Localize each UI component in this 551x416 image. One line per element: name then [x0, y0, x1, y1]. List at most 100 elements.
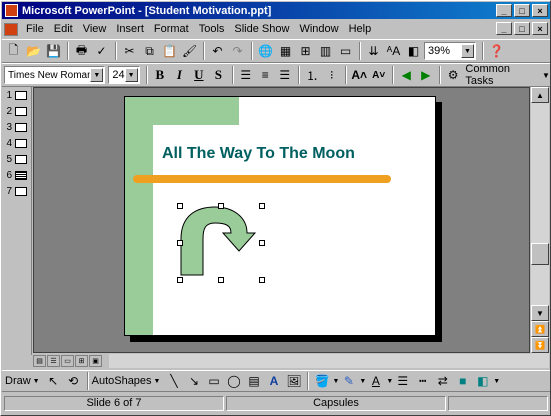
clip-art-icon[interactable]: 🖼	[284, 372, 303, 390]
chevron-down-icon[interactable]: ▼	[33, 378, 40, 385]
chevron-down-icon[interactable]: ▼	[461, 44, 474, 58]
free-rotate-icon[interactable]: ⟲	[64, 372, 83, 390]
menu-help[interactable]: Help	[344, 23, 377, 35]
scroll-up-icon[interactable]: ▲	[531, 87, 549, 103]
slide-6[interactable]: All The Way To The Moon	[124, 96, 436, 336]
rectangle-icon[interactable]: ▭	[204, 372, 223, 390]
menu-file[interactable]: File	[21, 23, 49, 35]
u-turn-arrow-shape[interactable]	[177, 203, 261, 279]
help-icon[interactable]: ❓	[487, 42, 506, 60]
outline-slide-1[interactable]: 1	[2, 89, 32, 102]
redo-icon[interactable]: ↷	[228, 42, 247, 60]
previous-slide-icon[interactable]: ⏫	[531, 321, 549, 337]
insert-chart-icon[interactable]: ▥	[316, 42, 335, 60]
minimize-button[interactable]: _	[496, 4, 512, 17]
selection-handle[interactable]	[177, 240, 183, 246]
shadow-icon[interactable]: ■	[453, 372, 472, 390]
undo-icon[interactable]: ↶	[208, 42, 227, 60]
arrow-icon[interactable]: ↘	[184, 372, 203, 390]
align-right-icon[interactable]: ☰	[276, 66, 294, 84]
doc-restore-button[interactable]: □	[514, 22, 530, 35]
font-size-combo[interactable]: 24 ▼	[108, 66, 140, 84]
selection-handle[interactable]	[259, 203, 265, 209]
common-tasks-icon[interactable]: ⚙	[444, 66, 462, 84]
maximize-button[interactable]: □	[514, 4, 530, 17]
selection-handle[interactable]	[218, 277, 224, 283]
bold-button[interactable]: B	[151, 66, 169, 84]
selection-handle[interactable]	[218, 203, 224, 209]
outline-slide-4[interactable]: 4	[2, 137, 32, 150]
select-objects-icon[interactable]: ↖	[44, 372, 63, 390]
decrease-font-icon[interactable]: A˅	[369, 66, 387, 84]
chevron-down-icon[interactable]: ▼	[359, 378, 366, 385]
normal-view-icon[interactable]: ▤	[33, 355, 46, 367]
vertical-scrollbar[interactable]: ▲ ▼ ⏫ ⏬	[531, 87, 549, 355]
outline-slide-7[interactable]: 7	[2, 185, 32, 198]
zoom-combo[interactable]: 39% ▼	[424, 42, 476, 60]
promote-icon[interactable]: ◀	[397, 66, 415, 84]
document-icon[interactable]	[4, 22, 18, 36]
save-icon[interactable]: 💾	[44, 42, 63, 60]
fill-color-icon[interactable]: 🪣	[312, 372, 331, 390]
text-box-icon[interactable]: ▤	[244, 372, 263, 390]
menu-view[interactable]: View	[78, 23, 112, 35]
title-bar[interactable]: Microsoft PowerPoint - [Student Motivati…	[2, 2, 550, 19]
print-icon[interactable]: 🖶	[72, 42, 91, 60]
align-center-icon[interactable]: ≡	[256, 66, 274, 84]
line-icon[interactable]: ╲	[164, 372, 183, 390]
chevron-down-icon[interactable]: ▼	[154, 378, 161, 385]
chevron-down-icon[interactable]: ▼	[124, 68, 138, 82]
arrow-style-icon[interactable]: ⇄	[433, 372, 452, 390]
font-name-combo[interactable]: Times New Roman ▼	[4, 66, 106, 84]
menu-format[interactable]: Format	[149, 23, 194, 35]
outline-slide-3[interactable]: 3	[2, 121, 32, 134]
selection-handle[interactable]	[177, 203, 183, 209]
slide-sorter-view-icon[interactable]: ⊞	[75, 355, 88, 367]
chevron-down-icon[interactable]: ▼	[90, 68, 104, 82]
italic-button[interactable]: I	[170, 66, 188, 84]
autoshapes-menu-button[interactable]: AutoShapes	[92, 375, 152, 387]
chevron-down-icon[interactable]: ▼	[332, 378, 339, 385]
chevron-down-icon[interactable]: ▼	[493, 378, 500, 385]
expand-all-icon[interactable]: ⇊	[364, 42, 383, 60]
horizontal-scrollbar[interactable]	[109, 354, 549, 368]
format-painter-icon[interactable]: 🖌	[180, 42, 199, 60]
draw-menu-button[interactable]: Draw	[5, 375, 31, 387]
oval-icon[interactable]: ◯	[224, 372, 243, 390]
slide-show-view-icon[interactable]: ▣	[89, 355, 102, 367]
increase-font-icon[interactable]: A˄	[350, 66, 368, 84]
powerpoint-app-icon[interactable]	[5, 4, 18, 17]
selection-handle[interactable]	[259, 277, 265, 283]
new-icon[interactable]: 🗋	[4, 42, 23, 60]
menu-insert[interactable]: Insert	[111, 23, 149, 35]
insert-table-icon[interactable]: ⊞	[296, 42, 315, 60]
common-tasks-button[interactable]: Common Tasks	[465, 63, 539, 87]
cut-icon[interactable]: ✂	[120, 42, 139, 60]
slide-title[interactable]: All The Way To The Moon	[162, 145, 355, 163]
chevron-down-icon[interactable]: ▼	[542, 71, 550, 80]
outline-slide-6[interactable]: 6	[2, 169, 32, 182]
3d-icon[interactable]: ◧	[473, 372, 492, 390]
menu-slide-show[interactable]: Slide Show	[229, 23, 294, 35]
next-slide-icon[interactable]: ⏬	[531, 337, 549, 353]
menu-window[interactable]: Window	[294, 23, 343, 35]
menu-tools[interactable]: Tools	[194, 23, 230, 35]
copy-icon[interactable]: ⧉	[140, 42, 159, 60]
outline-slide-2[interactable]: 2	[2, 105, 32, 118]
slide-view-icon[interactable]: ▭	[61, 355, 74, 367]
doc-close-button[interactable]: ×	[532, 22, 548, 35]
hyperlink-icon[interactable]: 🌐	[256, 42, 275, 60]
wordart-icon[interactable]: A	[264, 372, 283, 390]
show-formatting-icon[interactable]: ᴬA	[384, 42, 403, 60]
selection-handle[interactable]	[259, 240, 265, 246]
new-slide-icon[interactable]: ▭	[336, 42, 355, 60]
numbering-icon[interactable]: ⒈	[303, 66, 321, 84]
shadow-button[interactable]: S	[209, 66, 227, 84]
outline-slide-5[interactable]: 5	[2, 153, 32, 166]
grayscale-icon[interactable]: ◧	[404, 42, 423, 60]
font-color-icon[interactable]: A	[366, 372, 385, 390]
close-button[interactable]: ×	[532, 4, 548, 17]
dash-style-icon[interactable]: ┅	[413, 372, 432, 390]
align-left-icon[interactable]: ☰	[237, 66, 255, 84]
bullets-icon[interactable]: ⁝	[323, 66, 341, 84]
